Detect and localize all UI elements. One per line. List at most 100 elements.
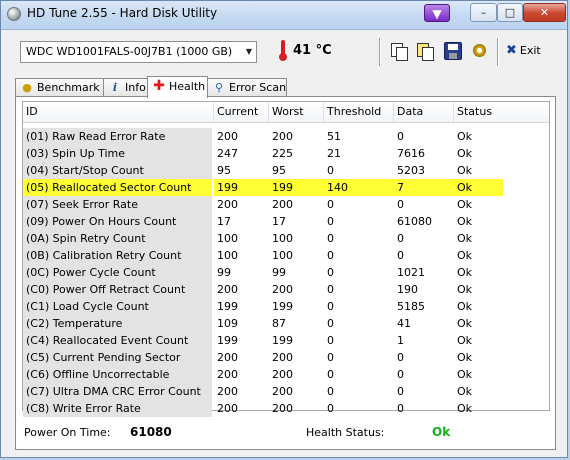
cell-current: 200 xyxy=(217,368,238,381)
close-button[interactable]: ✕ xyxy=(523,3,566,22)
cell-worst: 199 xyxy=(272,300,293,313)
cell-data: 41 xyxy=(397,317,411,330)
cell-threshold: 0 xyxy=(327,368,334,381)
cell-threshold: 0 xyxy=(327,198,334,211)
drive-select[interactable]: WDC WD1001FALS-00J7B1 (1000 GB) ▼ xyxy=(20,41,257,63)
minimize-button[interactable]: – xyxy=(470,3,497,22)
cell-data: 61080 xyxy=(397,215,432,228)
cell-worst: 199 xyxy=(272,334,293,347)
chevron-down-icon[interactable]: ▼ xyxy=(246,42,252,62)
health-panel: ID Current Worst Threshold Data Status (… xyxy=(15,96,556,450)
tab-label: Benchmark xyxy=(37,81,100,94)
cell-worst: 100 xyxy=(272,249,293,262)
cell-threshold: 0 xyxy=(327,283,334,296)
cell-worst: 200 xyxy=(272,198,293,211)
title-bar[interactable]: HD Tune 2.55 - Hard Disk Utility ▼ – □ ✕ xyxy=(1,1,567,30)
cell-data: 1 xyxy=(397,334,404,347)
cell-threshold: 21 xyxy=(327,147,341,160)
cell-status: Ok xyxy=(457,385,473,398)
cell-status: Ok xyxy=(457,147,473,160)
toolbar-divider xyxy=(497,38,499,66)
cell-id: (C4) Reallocated Event Count xyxy=(23,332,212,349)
table-row[interactable]: (04) Start/Stop Count 95 95 0 5203 Ok xyxy=(23,162,549,179)
cell-current: 200 xyxy=(217,283,238,296)
cell-id: (03) Spin Up Time xyxy=(23,145,212,162)
toolbar-divider xyxy=(379,38,381,66)
tab-error-scan[interactable]: ⚲ Error Scan xyxy=(207,78,287,97)
cell-id: (04) Start/Stop Count xyxy=(23,162,212,179)
cell-data: 0 xyxy=(397,368,404,381)
exit-icon: ✖ xyxy=(506,43,517,58)
column-header-worst[interactable]: Worst xyxy=(269,102,324,122)
cell-worst: 225 xyxy=(272,147,293,160)
cell-current: 199 xyxy=(217,300,238,313)
table-row[interactable]: (C7) Ultra DMA CRC Error Count 200 200 0 0 Ok xyxy=(23,383,549,400)
maximize-button[interactable]: □ xyxy=(497,3,523,22)
cell-data: 0 xyxy=(397,351,404,364)
table-row[interactable]: (01) Raw Read Error Rate 200 200 51 0 Ok xyxy=(23,128,549,145)
power-on-value: 61080 xyxy=(130,425,172,439)
cell-threshold: 0 xyxy=(327,385,334,398)
table-row[interactable]: (0A) Spin Retry Count 100 100 0 0 Ok xyxy=(23,230,549,247)
copy-text-icon[interactable] xyxy=(390,42,408,61)
cell-status: Ok xyxy=(454,179,503,196)
cell-status: Ok xyxy=(457,198,473,211)
cell-worst: 100 xyxy=(272,232,293,245)
cell-data: 7616 xyxy=(397,147,425,160)
cell-current: 95 xyxy=(217,164,231,177)
exit-label: Exit xyxy=(519,44,541,57)
table-row[interactable]: (C2) Temperature 109 87 0 41 Ok xyxy=(23,315,549,332)
copy-screenshot-icon[interactable] xyxy=(416,42,434,61)
cell-id: (C7) Ultra DMA CRC Error Count xyxy=(23,383,212,400)
cell-data: 0 xyxy=(397,385,404,398)
table-row[interactable]: (0C) Power Cycle Count 99 99 0 1021 Ok xyxy=(23,264,549,281)
save-icon[interactable] xyxy=(444,42,462,60)
cell-status: Ok xyxy=(457,351,473,364)
cell-status: Ok xyxy=(457,164,473,177)
cell-current: 100 xyxy=(217,249,238,262)
table-row[interactable]: (C5) Current Pending Sector 200 200 0 0 Ok xyxy=(23,349,549,366)
cell-threshold: 0 xyxy=(327,334,334,347)
cell-current: 17 xyxy=(217,215,231,228)
cell-data: 0 xyxy=(397,198,404,211)
table-row[interactable]: (C0) Power Off Retract Count 200 200 0 190 Ok xyxy=(23,281,549,298)
cell-current: 200 xyxy=(217,385,238,398)
table-row[interactable]: (05) Reallocated Sector Count 199 199 140 7 O… xyxy=(23,179,549,196)
smart-table[interactable]: ID Current Worst Threshold Data Status (… xyxy=(22,101,550,417)
column-header-id[interactable]: ID xyxy=(23,102,214,122)
cell-threshold: 0 xyxy=(327,215,334,228)
cell-worst: 95 xyxy=(272,164,286,177)
cell-worst: 17 xyxy=(272,215,286,228)
health-status-label: Health Status: xyxy=(306,426,385,439)
table-row[interactable]: (C4) Reallocated Event Count 199 199 0 1 Ok xyxy=(23,332,549,349)
column-header-status[interactable]: Status xyxy=(454,102,549,122)
table-row[interactable]: (09) Power On Hours Count 17 17 0 61080 Ok xyxy=(23,213,549,230)
cell-worst: 200 xyxy=(272,368,293,381)
tab-health[interactable]: ✚ Health xyxy=(147,76,208,98)
column-header-current[interactable]: Current xyxy=(214,102,269,122)
tab-info[interactable]: i Info xyxy=(103,78,148,97)
tab-label: Health xyxy=(169,80,206,93)
options-icon[interactable] xyxy=(471,42,489,60)
table-row[interactable]: (03) Spin Up Time 247 225 21 7616 Ok xyxy=(23,145,549,162)
cell-threshold: 51 xyxy=(327,130,341,143)
cell-threshold: 0 xyxy=(327,232,334,245)
status-footer: Power On Time: 61080 Health Status: Ok xyxy=(16,412,555,450)
column-header-data[interactable]: Data xyxy=(394,102,454,122)
download-arrow-icon[interactable]: ▼ xyxy=(424,4,450,22)
cell-status: Ok xyxy=(457,130,473,143)
table-row[interactable]: (C1) Load Cycle Count 199 199 0 5185 Ok xyxy=(23,298,549,315)
cell-data: 0 xyxy=(397,130,404,143)
table-row[interactable]: (07) Seek Error Rate 200 200 0 0 Ok xyxy=(23,196,549,213)
tab-benchmark[interactable]: ● Benchmark xyxy=(15,78,104,97)
cell-id: (C5) Current Pending Sector xyxy=(23,349,212,366)
drive-select-value: WDC WD1001FALS-00J7B1 (1000 GB) xyxy=(26,45,233,58)
table-row[interactable]: (C6) Offline Uncorrectable 200 200 0 0 Ok xyxy=(23,366,549,383)
table-row[interactable]: (0B) Calibration Retry Count 100 100 0 0 Ok xyxy=(23,247,549,264)
cell-id: (05) Reallocated Sector Count xyxy=(23,179,212,196)
cell-worst: 200 xyxy=(272,130,293,143)
exit-button[interactable]: ✖ Exit xyxy=(506,41,546,61)
thermometer-icon xyxy=(279,40,287,62)
power-on-label: Power On Time: xyxy=(24,426,111,439)
column-header-threshold[interactable]: Threshold xyxy=(324,102,394,122)
